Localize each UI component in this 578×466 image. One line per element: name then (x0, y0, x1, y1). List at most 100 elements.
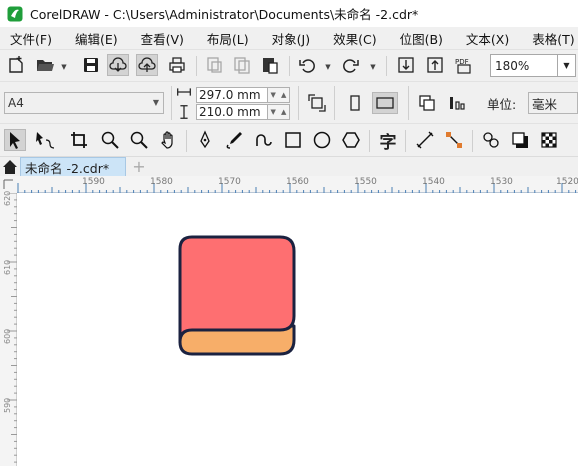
crop-tool-icon[interactable] (68, 129, 90, 151)
cut-icon[interactable] (203, 54, 225, 76)
menu-table[interactable]: 表格(T) (532, 29, 574, 48)
ruler-label: 1580 (150, 177, 173, 187)
window-title: CorelDRAW - C:\Users\Administrator\Docum… (30, 7, 419, 22)
coreldraw-logo-icon (7, 6, 23, 21)
rectangle-tool-icon[interactable] (282, 129, 304, 151)
ruler-label: 590 (3, 397, 12, 413)
zoom-tool-icon[interactable] (99, 129, 121, 151)
chevron-down-icon[interactable]: ▼ (60, 63, 68, 71)
print-icon[interactable] (166, 54, 188, 76)
toolbar-separator (289, 56, 290, 76)
page-height-input[interactable]: 210.0 mm (196, 104, 268, 120)
export-icon[interactable] (424, 54, 446, 76)
chevron-down-icon: ▼ (152, 98, 159, 107)
zoom-level-input[interactable]: 180% (490, 54, 558, 77)
menu-layout[interactable]: 布局(L) (207, 29, 249, 48)
page-width-icon (175, 83, 193, 101)
units-select[interactable]: 毫米 (528, 92, 578, 114)
new-document-icon[interactable] (5, 54, 27, 76)
undo-dropdown-icon[interactable]: ▼ (324, 63, 332, 71)
page-frame-icon[interactable] (306, 92, 328, 114)
undo-icon[interactable] (296, 54, 318, 76)
pen-tool-icon[interactable] (194, 129, 216, 151)
zoom-out-icon[interactable] (128, 129, 150, 151)
toolbar-separator (405, 130, 406, 152)
copy-icon[interactable] (231, 54, 253, 76)
pick-tool-icon[interactable] (4, 129, 26, 151)
toolbar-separator (408, 86, 409, 120)
ruler-label: 620 (3, 190, 12, 206)
toolbar-separator (171, 86, 172, 120)
drop-shadow-icon[interactable] (509, 129, 531, 151)
connector-tool-icon[interactable] (443, 129, 465, 151)
transparency-icon[interactable] (538, 129, 560, 151)
drawing-canvas[interactable] (18, 194, 578, 466)
toolbar-separator (196, 56, 197, 76)
toolbar-separator (334, 86, 335, 120)
home-icon[interactable] (2, 159, 18, 175)
ruler-label: 610 (3, 259, 12, 275)
standard-toolbar: ▼ ▼ ▼ PDF 180% ▼ (0, 49, 578, 81)
page-width-input[interactable]: 297.0 mm (196, 87, 268, 103)
current-page-icon[interactable] (446, 92, 468, 114)
landscape-icon[interactable] (372, 92, 398, 114)
redo-icon[interactable] (340, 54, 362, 76)
ruler-label: 1570 (218, 177, 241, 187)
title-bar: CorelDRAW - C:\Users\Administrator\Docum… (0, 0, 578, 27)
vertical-ruler[interactable]: 620 610 600 590 (0, 190, 17, 466)
menu-file[interactable]: 文件(F) (10, 29, 52, 48)
ruler-label: 1520 (556, 177, 578, 187)
polygon-tool-icon[interactable] (340, 129, 362, 151)
text-tool-icon[interactable]: 字 (377, 129, 399, 153)
portrait-icon[interactable] (344, 92, 366, 114)
open-folder-icon[interactable] (34, 54, 56, 76)
redo-dropdown-icon[interactable]: ▼ (369, 63, 377, 71)
menu-effects[interactable]: 效果(C) (333, 29, 376, 48)
property-bar: A4 ▼ 297.0 mm ▼ ▲ 210.0 mm ▼ ▲ 单位: 毫米 (0, 81, 578, 123)
artistic-media-icon[interactable] (223, 129, 245, 151)
cloud-upload-icon[interactable] (136, 54, 158, 76)
cloud-download-icon[interactable] (107, 54, 129, 76)
document-tab[interactable]: 未命名 -2.cdr* (20, 157, 126, 177)
units-label: 单位: (487, 97, 517, 112)
book-cover (178, 235, 296, 344)
ruler-label: 1540 (422, 177, 445, 187)
blend-tool-icon[interactable] (480, 129, 502, 151)
zoom-dropdown-icon[interactable]: ▼ (558, 54, 576, 77)
pan-tool-icon[interactable] (157, 129, 179, 151)
page-height-spinner[interactable]: ▼ ▲ (268, 104, 290, 120)
menu-bar: 文件(F) 编辑(E) 查看(V) 布局(L) 对象(J) 效果(C) 位图(B… (0, 27, 578, 49)
publish-pdf-icon[interactable]: PDF (453, 54, 475, 76)
ruler-label: 1550 (354, 177, 377, 187)
document-tab-label: 未命名 -2.cdr* (25, 160, 110, 176)
ellipse-tool-icon[interactable] (311, 129, 333, 151)
menu-text[interactable]: 文本(X) (466, 29, 509, 48)
menu-view[interactable]: 查看(V) (141, 29, 184, 48)
toolbar-separator (186, 130, 187, 152)
toolbar-separator (298, 86, 299, 120)
menu-object[interactable]: 对象(J) (272, 29, 310, 48)
paste-icon[interactable] (259, 54, 281, 76)
menu-edit[interactable]: 编辑(E) (75, 29, 118, 48)
ruler-label: 600 (3, 328, 12, 344)
ruler-label: 1560 (286, 177, 309, 187)
horizontal-ruler[interactable]: 1590 1580 1570 1560 1550 1540 1530 1520 (0, 176, 578, 193)
page-height-icon (175, 103, 193, 121)
import-icon[interactable] (395, 54, 417, 76)
add-tab-button[interactable]: + (131, 159, 147, 175)
ruler-label: 1590 (82, 177, 105, 187)
page-size-select[interactable]: A4 ▼ (4, 92, 164, 114)
menu-bitmaps[interactable]: 位图(B) (400, 29, 443, 48)
toolbox: 字 (0, 123, 578, 156)
parallel-dimension-icon[interactable] (414, 129, 436, 151)
shape-tool-icon[interactable] (33, 129, 55, 151)
save-icon[interactable] (80, 54, 102, 76)
all-pages-icon[interactable] (416, 92, 438, 114)
toolbar-separator (386, 56, 387, 76)
page-width-spinner[interactable]: ▼ ▲ (268, 87, 290, 103)
book-drawing[interactable] (18, 194, 578, 466)
page-size-value: A4 (8, 96, 24, 110)
curve-tool-icon[interactable] (252, 129, 274, 151)
ruler-label: 1530 (490, 177, 513, 187)
toolbar-separator (369, 130, 370, 152)
